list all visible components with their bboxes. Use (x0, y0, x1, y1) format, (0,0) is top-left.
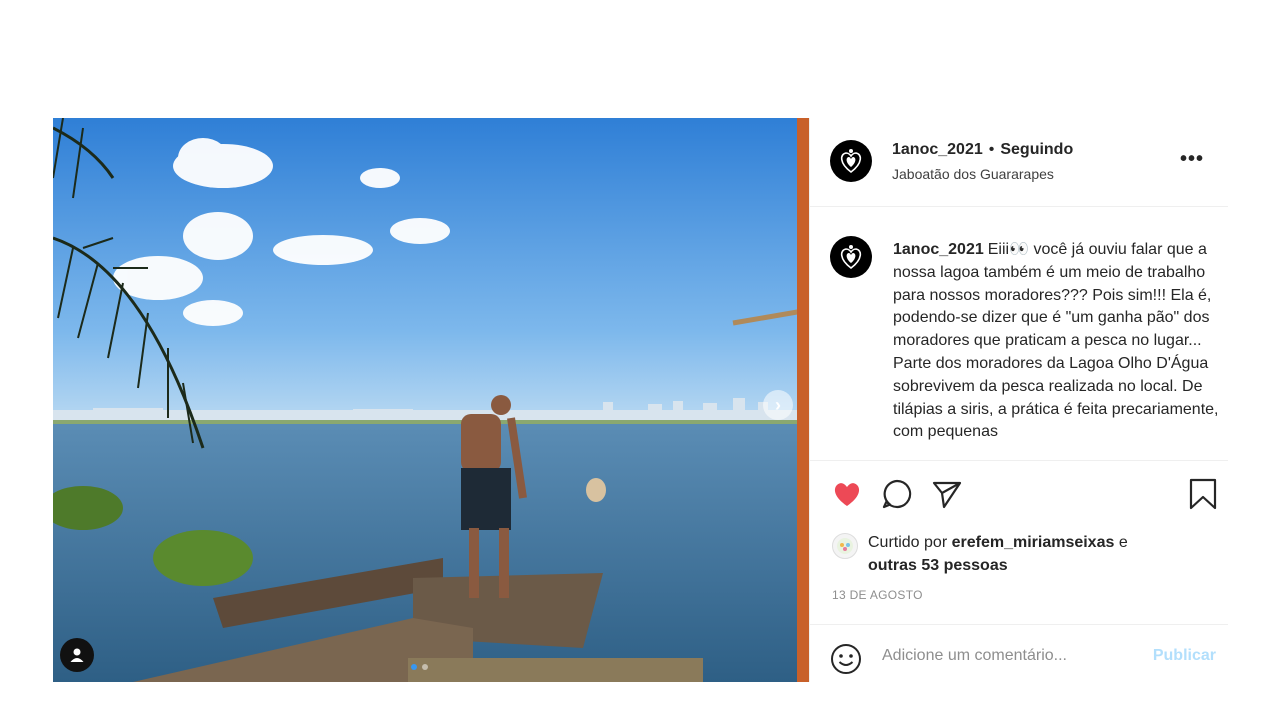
others-likes-link[interactable]: outras 53 pessoas (868, 557, 1008, 574)
profile-avatar[interactable] (830, 140, 872, 182)
likes-connector: e (1114, 534, 1128, 551)
lagoon-photo (53, 118, 809, 682)
likes-summary: Curtido por erefem_miriamseixas e outras … (832, 531, 1168, 577)
liker-avatar-icon (837, 538, 853, 554)
caption-text: 1anoc_2021 Eiii👀 você já ouviu falar que … (893, 239, 1219, 444)
user-icon (70, 648, 84, 662)
chevron-right-icon: › (775, 394, 781, 415)
actions-section: Curtido por erefem_miriamseixas e outras … (810, 460, 1228, 681)
post-photo[interactable]: › (53, 118, 809, 682)
carousel-dot (422, 664, 428, 670)
liker-avatar[interactable] (832, 533, 858, 559)
carousel-indicator (411, 664, 428, 670)
liked-by-link[interactable]: erefem_miriamseixas (952, 534, 1115, 551)
caption-username[interactable]: 1anoc_2021 (893, 241, 984, 258)
header-line: 1anoc_2021 • Seguindo (892, 141, 1073, 159)
more-options-icon[interactable]: ••• (1180, 148, 1204, 171)
caption-section: 1anoc_2021 Eiii👀 você já ouviu falar que … (810, 206, 1228, 458)
post-sidebar: 1anoc_2021 • Seguindo Jaboatão dos Guarara… (809, 118, 1228, 682)
post-header: 1anoc_2021 • Seguindo Jaboatão dos Guarara… (810, 118, 1228, 207)
publish-button[interactable]: Publicar (1153, 647, 1216, 665)
separator-dot: • (988, 141, 995, 158)
logo-heart-icon (840, 149, 862, 174)
post-card: › 1anoc_2021 • Seguindo Jaboatão dos Gua… (53, 118, 1228, 682)
comment-input[interactable]: Adicione um comentário... (882, 647, 1112, 665)
comment-bar: Adicione um comentário... Publicar (810, 624, 1228, 684)
comment-icon[interactable] (880, 477, 914, 511)
share-icon[interactable] (930, 477, 964, 511)
username-link[interactable]: 1anoc_2021 (892, 141, 983, 158)
like-heart-icon[interactable] (830, 477, 864, 511)
tagged-users-button[interactable] (60, 638, 94, 672)
likes-prefix: Curtido por (868, 534, 952, 551)
post-date[interactable]: 13 DE AGOSTO (832, 588, 923, 602)
carousel-dot (411, 664, 417, 670)
next-slide-button[interactable]: › (763, 390, 793, 420)
likes-text: Curtido por erefem_miriamseixas e outras … (868, 531, 1168, 577)
logo-heart-icon (840, 245, 862, 270)
location-link[interactable]: Jaboatão dos Guararapes (892, 166, 1054, 182)
emoji-icon[interactable] (830, 643, 862, 675)
following-button[interactable]: Seguindo (1000, 141, 1073, 158)
caption-avatar[interactable] (830, 236, 872, 278)
save-bookmark-icon[interactable] (1186, 477, 1220, 511)
caption-body: Eiii👀 você já ouviu falar que a nossa la… (893, 241, 1219, 441)
